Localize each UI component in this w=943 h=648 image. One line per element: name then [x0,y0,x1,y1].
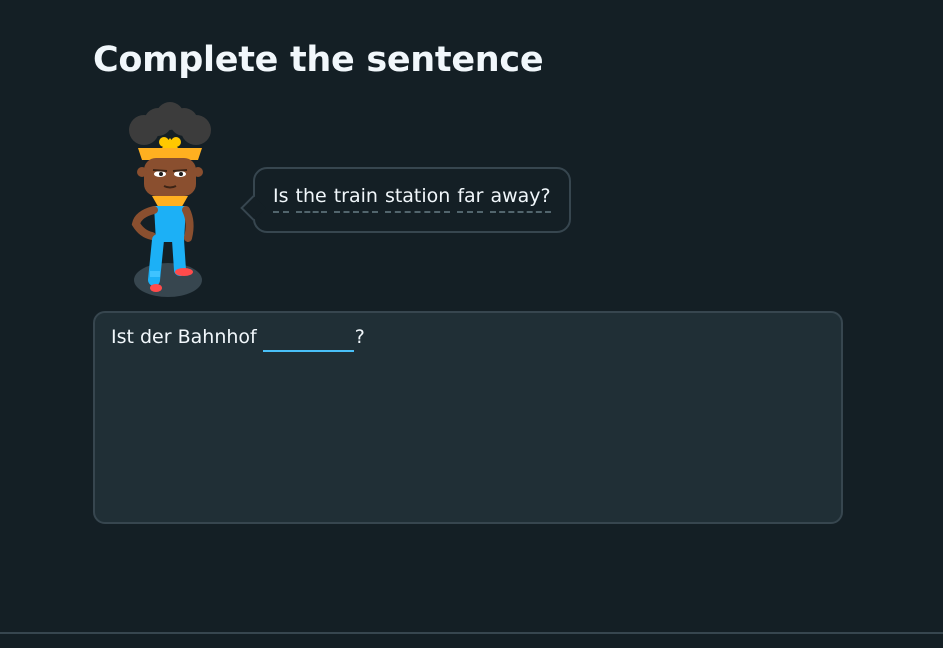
answer-sentence: Ist der Bahnhof ? [111,326,365,352]
prompt-speech-bubble: Is the train station far away? [240,167,571,233]
prompt-word[interactable]: far [457,185,484,213]
prompt-word[interactable]: train [333,185,378,213]
lesson-screen: Complete the sentence Is the train stati… [0,0,943,648]
prompt-word[interactable]: the [295,185,327,213]
answer-blank-input[interactable] [262,326,354,352]
prompt-word[interactable]: station [384,185,451,213]
prompt-sentence: Is the train station far away? [273,185,551,213]
sentence-after-blank: ? [354,326,365,348]
speech-bubble-tail [240,195,266,221]
prompt-word[interactable]: Is [273,185,289,213]
answer-panel: Ist der Bahnhof ? [93,311,843,524]
sentence-before-blank: Ist der Bahnhof [111,326,257,348]
prompt-word[interactable]: away? [490,185,551,213]
footer-divider [0,632,943,634]
character-illustration [129,102,211,297]
exercise-title: Complete the sentence [93,40,544,80]
